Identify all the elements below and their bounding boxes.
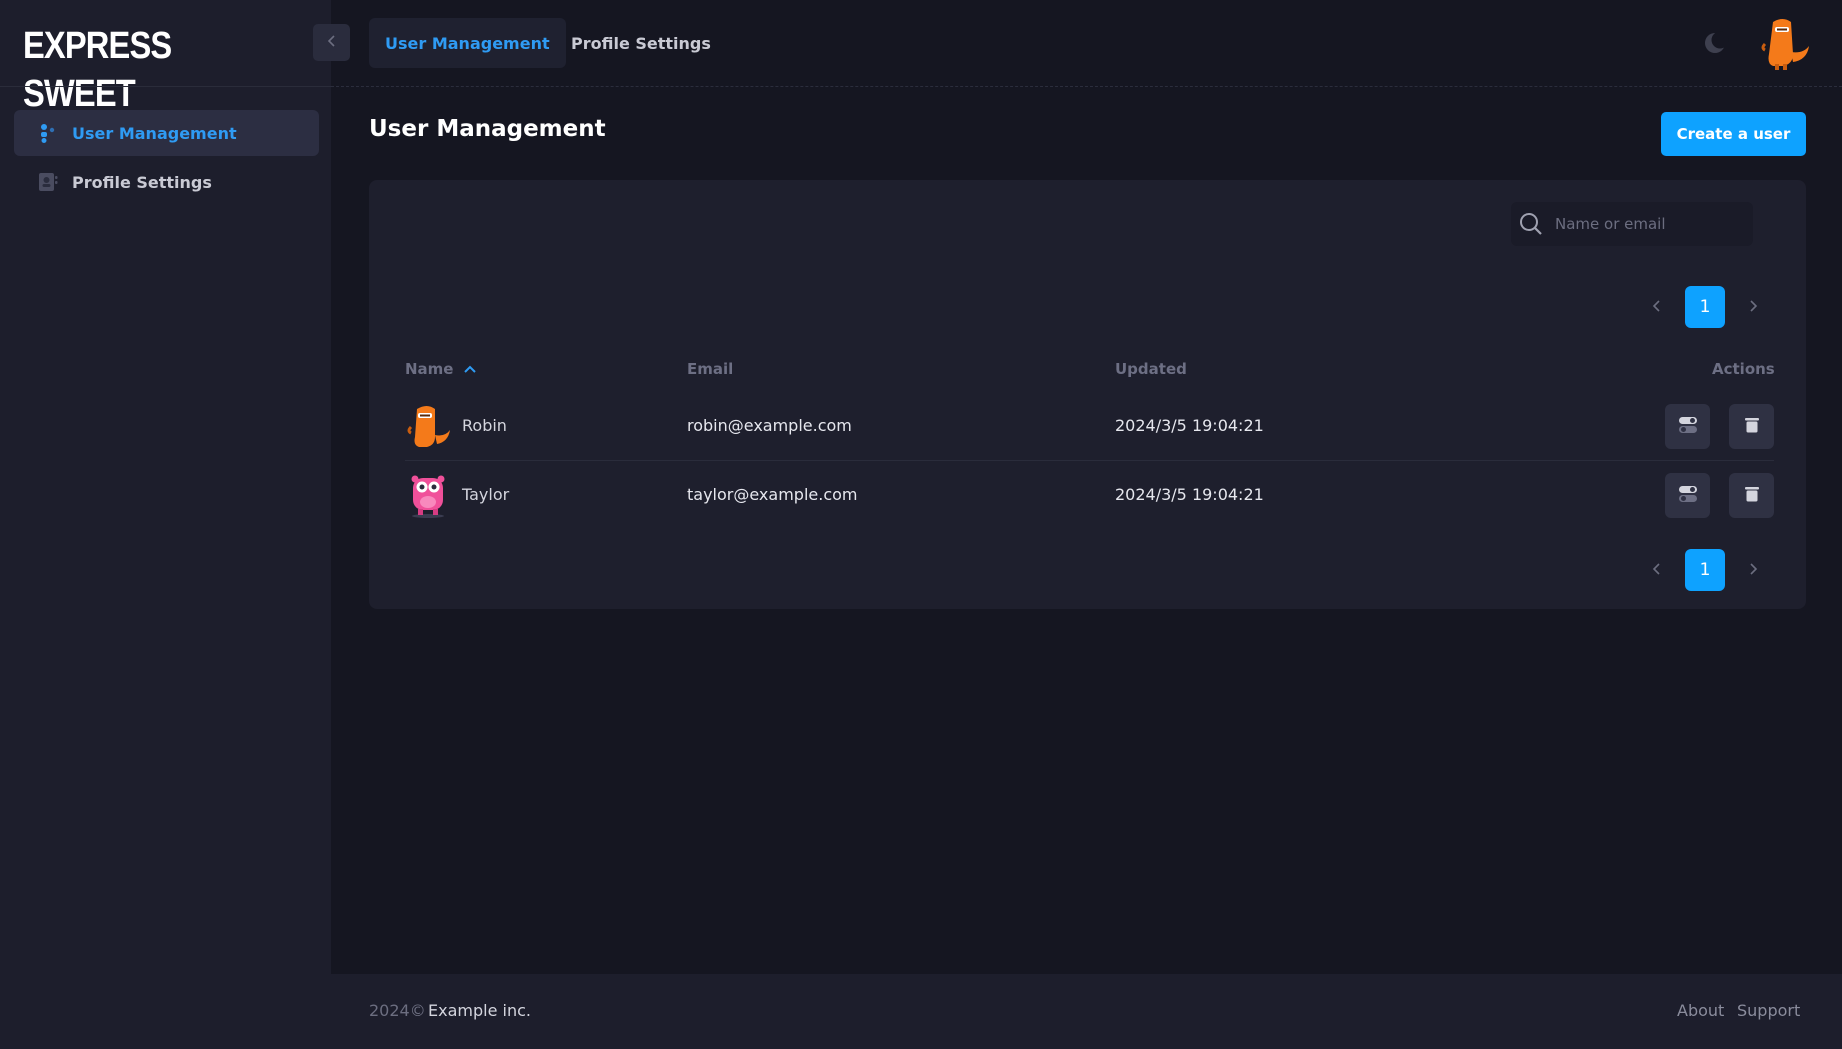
sidebar-item-user-management[interactable]: User Management [14,110,319,156]
next-page-button[interactable] [1733,286,1773,328]
orange-dinosaur-avatar [405,403,451,451]
previous-page-button[interactable] [1637,286,1677,328]
theme-toggle-button[interactable] [1703,30,1729,56]
chevron-left-icon [1651,561,1663,580]
search-input[interactable] [1555,215,1745,233]
column-header-updated: Updated [1115,360,1187,378]
sidebar-item-label: User Management [72,123,237,143]
sidebar-item-profile-settings[interactable]: Profile Settings [14,159,319,205]
toggle-user-button[interactable] [1665,473,1710,518]
toggle-user-button[interactable] [1665,404,1710,449]
footer: 2024© Example inc. About Support [331,974,1842,1049]
column-header-actions: Actions [1712,360,1775,378]
next-page-button[interactable] [1733,549,1773,591]
top-bar: User Management Profile Settings [331,0,1842,87]
users-table-card: 1 Name Email Updated Actions Robin robin… [369,180,1806,609]
orange-dinosaur-icon [1761,19,1809,70]
tab-user-management[interactable]: User Management [369,18,566,68]
trash-icon [1744,416,1760,438]
users-icon [36,121,60,145]
create-user-button[interactable]: Create a user [1661,112,1806,156]
toggle-icon [1678,415,1698,439]
page-title: User Management [369,116,606,142]
chevron-right-icon [1747,298,1759,317]
sidebar: EXPRESS SWEET User Management Profile Se… [0,0,331,1049]
page-number-button[interactable]: 1 [1685,286,1725,328]
column-header-name[interactable]: Name [405,360,477,378]
table-row: Robin robin@example.com 2024/3/5 19:04:2… [405,393,1774,461]
moon-icon [1703,31,1729,60]
user-avatar[interactable] [1753,14,1811,72]
collapse-sidebar-button[interactable] [313,24,350,61]
column-header-label: Name [405,360,454,378]
chevron-left-icon [1651,298,1663,317]
delete-user-button[interactable] [1729,473,1774,518]
delete-user-button[interactable] [1729,404,1774,449]
sidebar-divider [0,86,331,87]
toggle-icon [1678,484,1698,508]
about-link[interactable]: About [1677,1001,1724,1020]
company-link[interactable]: Example inc. [428,1001,531,1020]
page-number-button[interactable]: 1 [1685,549,1725,591]
pink-monster-avatar [405,472,451,520]
copyright-year: 2024© [369,1001,426,1020]
pagination-bottom: 1 [1637,549,1773,591]
user-name: Taylor [462,485,510,504]
user-name: Robin [462,416,507,435]
sort-ascending-icon [463,364,477,374]
tab-profile-settings[interactable]: Profile Settings [555,18,727,68]
chevron-left-icon [325,33,339,52]
search-box [1511,202,1753,246]
chevron-right-icon [1747,561,1759,580]
support-link[interactable]: Support [1737,1001,1800,1020]
table-row: Taylor taylor@example.com 2024/3/5 19:04… [405,462,1774,530]
column-header-email: Email [687,360,734,378]
sidebar-item-label: Profile Settings [72,172,212,192]
brand-logo[interactable]: EXPRESS SWEET [23,22,288,115]
search-icon [1517,210,1545,238]
user-email: robin@example.com [687,416,852,435]
user-updated: 2024/3/5 19:04:21 [1115,416,1264,435]
trash-icon [1744,485,1760,507]
profile-card-icon [36,170,60,194]
previous-page-button[interactable] [1637,549,1677,591]
pagination-top: 1 [1637,286,1773,328]
user-email: taylor@example.com [687,485,858,504]
user-updated: 2024/3/5 19:04:21 [1115,485,1264,504]
